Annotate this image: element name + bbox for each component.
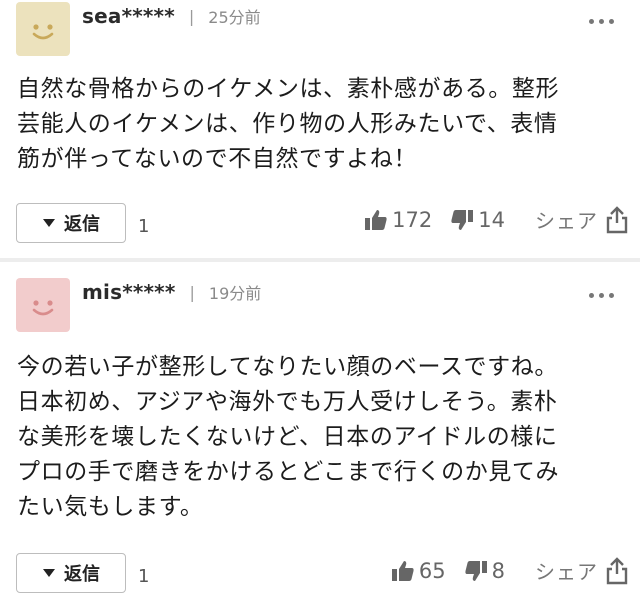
reply-label: 返信 <box>64 214 100 235</box>
thumbs-up-icon <box>391 560 414 581</box>
comment-actions: 172 14 シェア <box>364 205 628 234</box>
share-button[interactable]: シェア <box>535 205 628 234</box>
thumbs-up-icon <box>365 209 387 230</box>
thumbs-down-icon <box>451 209 474 230</box>
caret-down-icon <box>43 219 55 227</box>
header-separator: | <box>189 282 195 302</box>
comment-header: sea***** | 25分前 <box>82 4 261 28</box>
reply-label: 返信 <box>64 564 100 585</box>
smiley-face-icon <box>32 24 54 40</box>
reply-count: 1 <box>138 566 150 587</box>
share-icon <box>606 556 628 584</box>
timestamp: 25分前 <box>208 8 261 27</box>
header-separator: | <box>188 6 195 26</box>
share-icon <box>606 205 628 233</box>
comment-item: mis***** | 19分前 今の若い子が整形してなりたい顔のベースですね。 … <box>0 262 640 602</box>
like-count: 65 <box>418 558 446 583</box>
username[interactable]: mis***** <box>82 280 176 304</box>
timestamp: 19分前 <box>208 284 262 303</box>
share-label: シェア <box>535 209 598 233</box>
like-count: 172 <box>392 207 433 232</box>
comment-actions: 65 8 シェア <box>391 556 628 585</box>
comment-text: 自然な骨格からのイケメンは、素朴感がある。整形 芸能人のイケメンは、作り物の人形… <box>17 76 560 172</box>
avatar[interactable] <box>16 2 70 56</box>
comment-text: 今の若い子が整形してなりたい顔のベースですね。 日本初め、アジアや海外でも万人受… <box>17 354 560 520</box>
dislike-button[interactable]: 8 <box>464 559 505 583</box>
dislike-count: 14 <box>478 207 505 232</box>
username[interactable]: sea***** <box>82 4 175 28</box>
dislike-button[interactable]: 14 <box>450 208 505 232</box>
share-label: シェア <box>535 560 598 584</box>
dislike-count: 8 <box>491 558 505 583</box>
smiley-face-icon <box>32 300 54 316</box>
reply-count: 1 <box>138 216 150 237</box>
comment-item: sea***** | 25分前 自然な骨格からのイケメンは、素朴感がある。整形 … <box>0 0 640 258</box>
like-button[interactable]: 172 <box>364 208 432 232</box>
thumbs-down-icon <box>465 560 487 581</box>
caret-down-icon <box>43 569 55 577</box>
comment-header: mis***** | 19分前 <box>82 280 261 304</box>
reply-button[interactable]: 返信 <box>16 553 126 593</box>
reply-button[interactable]: 返信 <box>16 203 126 243</box>
like-button[interactable]: 65 <box>391 559 446 583</box>
more-dots-icon[interactable] <box>589 19 614 24</box>
avatar[interactable] <box>16 278 70 332</box>
share-button[interactable]: シェア <box>535 556 628 585</box>
more-dots-icon[interactable] <box>589 293 614 298</box>
